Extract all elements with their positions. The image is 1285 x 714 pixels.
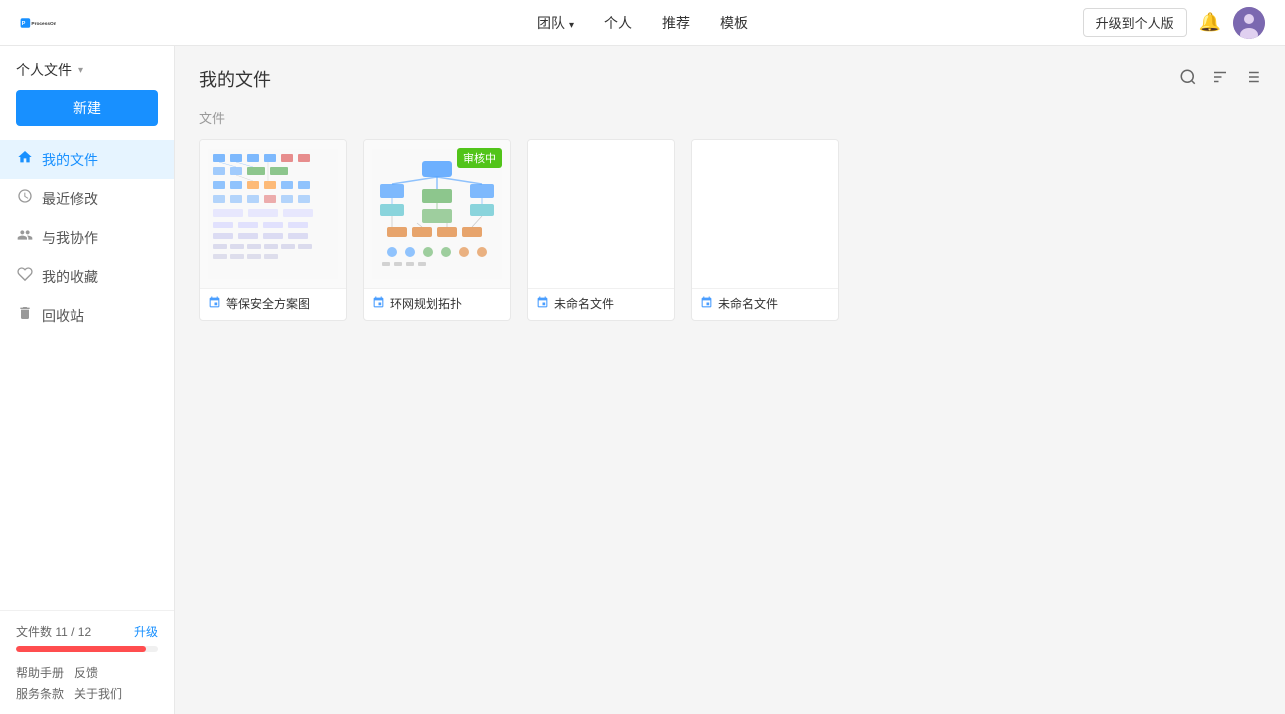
logo[interactable]: P ProcessOn (20, 5, 56, 41)
svg-text:ProcessOn: ProcessOn (31, 21, 56, 27)
progress-bar-fill (16, 646, 146, 652)
content-area: 我的文件 文件 (175, 46, 1285, 714)
footer-feedback-link[interactable]: 反馈 (74, 664, 98, 681)
file-card-1[interactable]: 等保安全方案图 (199, 139, 347, 321)
sidebar-item-trash[interactable]: 回收站 (0, 296, 174, 335)
file-info-4: 未命名文件 (692, 288, 838, 320)
personal-files-header[interactable]: 个人文件 ▾ (0, 46, 174, 90)
new-button[interactable]: 新建 (16, 90, 158, 126)
sidebar-item-trash-label: 回收站 (42, 306, 84, 326)
file-card-3[interactable]: 未命名文件 (527, 139, 675, 321)
svg-text:P: P (22, 20, 26, 26)
content-actions (1179, 68, 1261, 91)
file-count-row: 文件数 11 / 12 升级 (16, 623, 158, 640)
file-card-2[interactable]: 审核中 (363, 139, 511, 321)
clock-icon (16, 188, 34, 209)
sidebar-item-my-files-label: 我的文件 (42, 150, 98, 170)
personal-files-arrow: ▾ (78, 65, 83, 76)
upgrade-button[interactable]: 升级到个人版 (1083, 8, 1187, 37)
file-card-4[interactable]: 未命名文件 (691, 139, 839, 321)
sidebar-item-favorites[interactable]: 我的收藏 (0, 257, 174, 296)
content-header: 我的文件 (199, 66, 1261, 92)
progress-bar-bg (16, 646, 158, 652)
file-info-2: 环网规划拓扑 (364, 288, 510, 320)
bell-icon[interactable]: 🔔 (1199, 12, 1221, 33)
file-info-3: 未命名文件 (528, 288, 674, 320)
file-type-icon-2 (372, 296, 385, 312)
header-right: 升级到个人版 🔔 (1083, 7, 1265, 39)
sidebar-item-shared[interactable]: 与我协作 (0, 218, 174, 257)
sidebar-item-my-files[interactable]: 我的文件 (0, 140, 174, 179)
footer-links-2: 服务条款 关于我们 (16, 685, 158, 702)
footer-links-1: 帮助手册 反馈 (16, 664, 158, 681)
avatar[interactable] (1233, 7, 1265, 39)
nav-template[interactable]: 模板 (720, 13, 748, 33)
shared-icon (16, 227, 34, 248)
sidebar: 个人文件 ▾ 新建 我的文件 最近修改 与我协作 (0, 46, 175, 714)
search-icon[interactable] (1179, 68, 1197, 91)
sort-icon[interactable] (1211, 68, 1229, 91)
footer-help-link[interactable]: 帮助手册 (16, 664, 64, 681)
sidebar-item-recent[interactable]: 最近修改 (0, 179, 174, 218)
content-title: 我的文件 (199, 66, 271, 92)
main-layout: 个人文件 ▾ 新建 我的文件 最近修改 与我协作 (0, 46, 1285, 714)
file-grid: 等保安全方案图 审核中 (199, 139, 1261, 321)
file-type-icon-4 (700, 296, 713, 312)
file-type-icon-3 (536, 296, 549, 312)
sidebar-item-recent-label: 最近修改 (42, 189, 98, 209)
nav-team[interactable]: 团队 (537, 13, 574, 33)
sidebar-upgrade-link[interactable]: 升级 (134, 623, 158, 640)
file-info-1: 等保安全方案图 (200, 288, 346, 320)
sidebar-footer: 文件数 11 / 12 升级 帮助手册 反馈 服务条款 关于我们 (0, 610, 174, 714)
file-name-2: 环网规划拓扑 (390, 295, 462, 312)
grid-list-icon[interactable] (1243, 68, 1261, 91)
file-count-text: 文件数 11 / 12 (16, 623, 91, 640)
sidebar-item-shared-label: 与我协作 (42, 228, 98, 248)
nav-center: 团队 个人 推荐 模板 (537, 13, 748, 33)
heart-icon (16, 266, 34, 287)
header: P ProcessOn 团队 个人 推荐 模板 升级到个人版 🔔 (0, 0, 1285, 46)
footer-terms-link[interactable]: 服务条款 (16, 685, 64, 702)
file-name-1: 等保安全方案图 (226, 295, 310, 312)
team-dropdown-icon (569, 15, 574, 31)
section-label: 文件 (199, 108, 1261, 127)
file-name-3: 未命名文件 (554, 295, 614, 312)
file-name-4: 未命名文件 (718, 295, 778, 312)
file-thumb-3 (528, 140, 674, 288)
file-type-icon-1 (208, 296, 221, 312)
trash-icon (16, 305, 34, 326)
file-thumb-2: 审核中 (364, 140, 510, 288)
sidebar-nav: 我的文件 最近修改 与我协作 我的收藏 (0, 140, 174, 610)
sidebar-item-favorites-label: 我的收藏 (42, 267, 98, 287)
personal-files-label: 个人文件 (16, 60, 72, 80)
nav-recommend[interactable]: 推荐 (662, 13, 690, 33)
file-badge-2: 审核中 (457, 148, 502, 168)
file-thumb-4 (692, 140, 838, 288)
home-icon (16, 149, 34, 170)
nav-personal[interactable]: 个人 (604, 13, 632, 33)
footer-about-link[interactable]: 关于我们 (74, 685, 122, 702)
file-thumb-1 (200, 140, 346, 288)
